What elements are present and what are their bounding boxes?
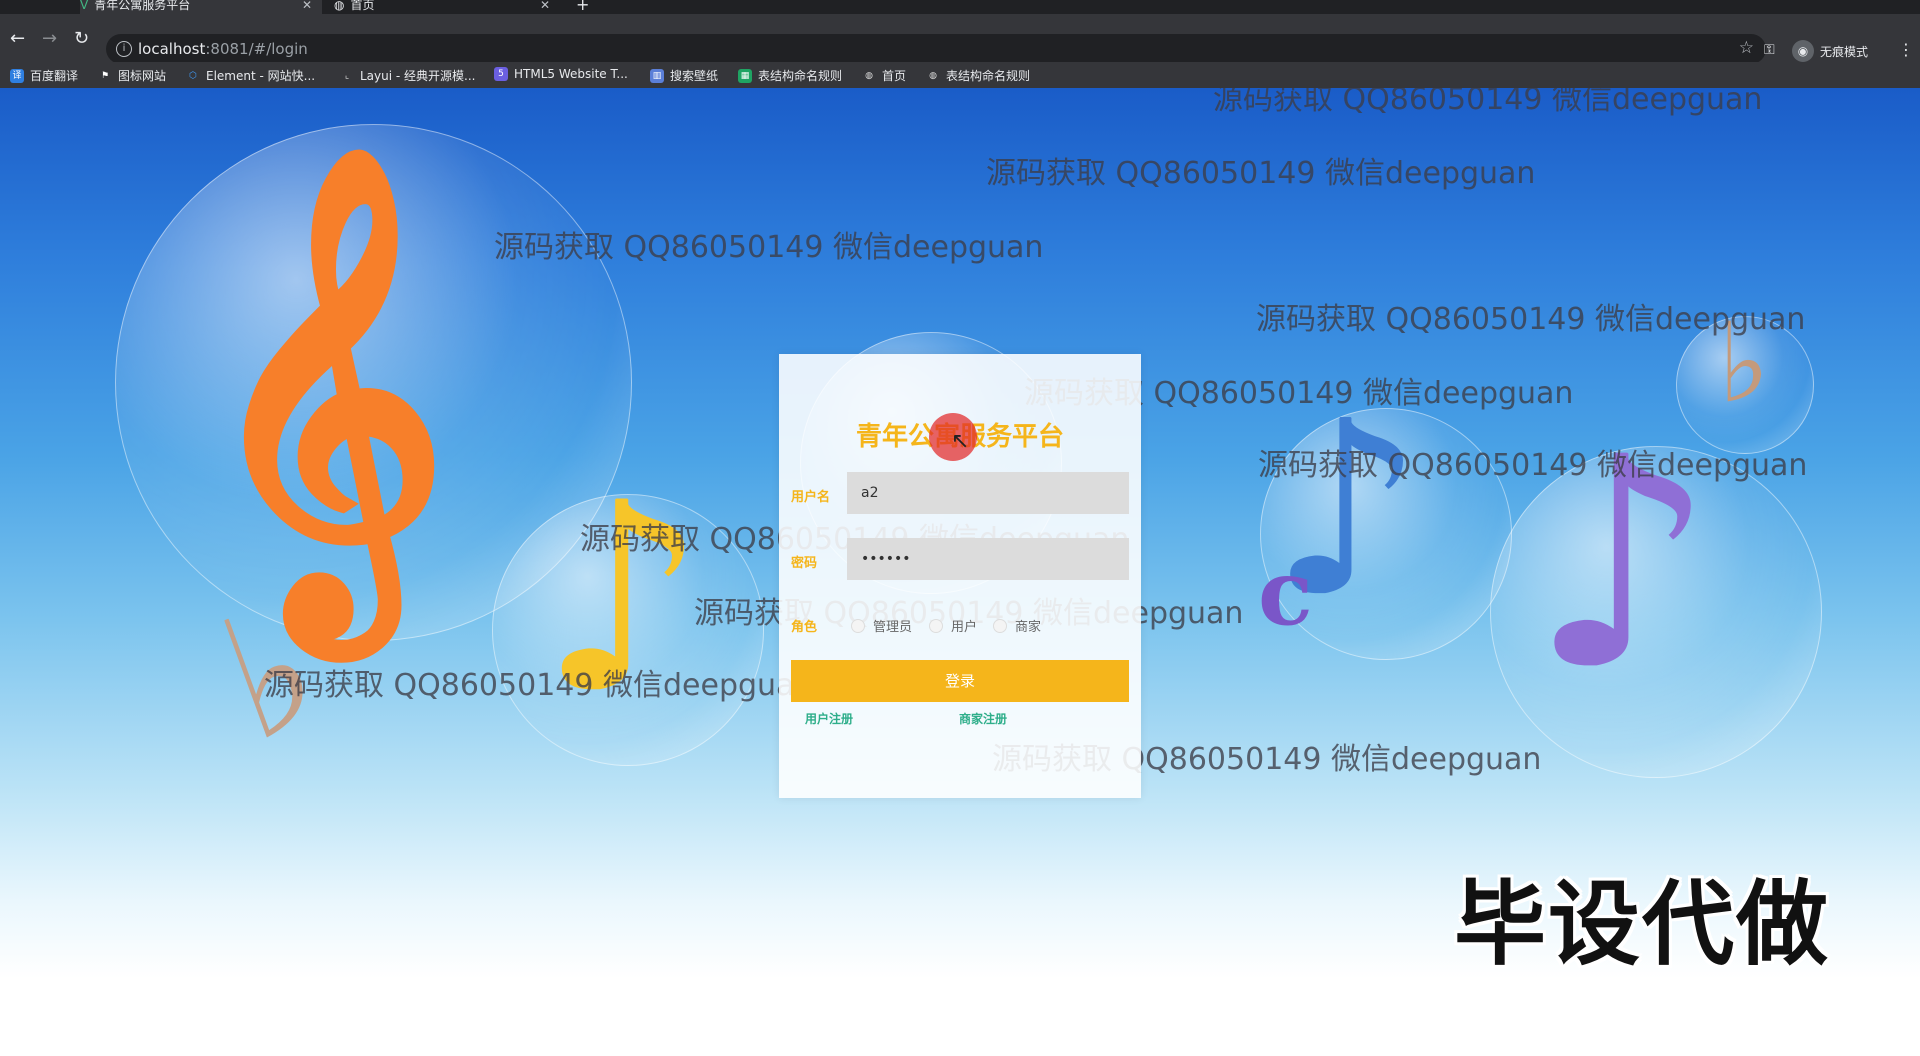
new-tab-button[interactable]: +: [576, 0, 596, 14]
bookmark-label: Layui - 经典开源模...: [360, 69, 476, 83]
key-icon[interactable]: ⚿: [1764, 42, 1775, 58]
url-host: localhost: [138, 40, 206, 58]
bookmark-item[interactable]: ◍ 首页: [862, 67, 906, 84]
watermark-text: 源码获取 QQ86050149 微信deepguan: [1256, 302, 1806, 337]
username-label: 用户名: [791, 490, 831, 505]
globe-icon: ◍: [865, 70, 873, 81]
bookmark-label: Element - 网站快...: [206, 69, 316, 83]
role-label: 角色: [791, 620, 818, 635]
bookmark-label: HTML5 Website T...: [514, 67, 628, 81]
role-radio-admin[interactable]: 管理员: [851, 616, 912, 635]
bookmark-label: 百度翻译: [30, 69, 79, 83]
bookmark-item[interactable]: ▦ 表结构命名规则: [738, 67, 842, 84]
html5-icon: 5: [494, 67, 508, 81]
bookmark-label: 表结构命名规则: [758, 69, 843, 83]
tab-home[interactable]: ◍ 首页 ✕: [334, 0, 560, 14]
bookmark-item[interactable]: 译 百度翻译: [10, 67, 78, 84]
watermark-text: 源码获取 QQ86050149 微信deepguan: [494, 230, 1044, 265]
login-button[interactable]: 登录: [791, 660, 1129, 702]
url-text: localhost:8081/#/login: [138, 40, 308, 58]
globe-icon: ◍: [929, 70, 937, 81]
url-path: :8081/#/login: [205, 40, 308, 58]
watermark-text: 源码获取 QQ86050149 微信deepguan: [986, 156, 1536, 191]
browser-toolbar: ← → ↻ i localhost:8081/#/login ☆ ⚿ ◉ 无痕模…: [0, 14, 1920, 64]
watermark-text: 源码获取 QQ86050149 微信deepguan: [1213, 88, 1763, 117]
role-radio-merchant[interactable]: 商家: [993, 616, 1041, 635]
sheet-icon: ▦: [738, 68, 752, 83]
role-option-label: 商家: [1015, 620, 1042, 635]
user-register-link[interactable]: 用户注册: [805, 710, 853, 727]
incognito-icon: ◉: [1792, 40, 1814, 62]
radio-circle: [993, 618, 1007, 633]
watermark-text: 源码获取 QQ86050149 微信deepguan: [264, 668, 814, 703]
bookmark-label: 图标网站: [118, 69, 167, 83]
promo-text: 毕设代做: [1454, 871, 1831, 978]
password-label: 密码: [791, 556, 818, 571]
c-symbol-icon: c: [1258, 540, 1313, 646]
address-bar[interactable]: i localhost:8081/#/login ☆: [106, 34, 1766, 64]
login-page: 𝄞 ♭ ♪ ♪ ♪ ♭ c 源码获取 QQ86050149 微信deepguan…: [0, 88, 1920, 1056]
more-menu-icon[interactable]: ⋮: [1898, 40, 1914, 59]
tab-login-page[interactable]: V 青年公寓服务平台 ✕: [80, 0, 322, 14]
forward-icon[interactable]: →: [42, 28, 57, 49]
role-option-label: 用户: [951, 620, 978, 635]
bookmark-item[interactable]: 5 HTML5 Website T...: [494, 67, 628, 81]
role-option-label: 管理员: [873, 620, 913, 635]
globe-icon: ◍: [334, 0, 345, 12]
bookmark-item[interactable]: ⚑ 图标网站: [98, 67, 166, 84]
watermark-text: 源码获取 QQ86050149 微信deepguan: [1258, 448, 1808, 483]
radio-circle: [851, 618, 865, 633]
bookmarks-bar: 译 百度翻译 ⚑ 图标网站 ⬡ Element - 网站快... ⌞ Layui…: [0, 62, 1920, 89]
info-icon[interactable]: i: [116, 41, 132, 57]
bookmark-label: 搜索壁纸: [670, 69, 719, 83]
back-icon[interactable]: ←: [10, 28, 25, 49]
vue-logo-icon: V: [80, 0, 89, 12]
bookmark-label: 表结构命名规则: [946, 69, 1031, 83]
mouse-cursor-icon: ↖: [951, 429, 970, 454]
incognito-label: 无痕模式: [1820, 44, 1869, 59]
tab-title: 首页: [350, 0, 375, 12]
reload-icon[interactable]: ↻: [74, 28, 89, 49]
bookmark-item[interactable]: ▥ 搜索壁纸: [650, 67, 718, 84]
bookmark-item[interactable]: ⌞ Layui - 经典开源模...: [340, 67, 476, 84]
bookmark-label: 首页: [882, 69, 907, 83]
password-input[interactable]: [847, 538, 1129, 580]
element-icon: ⬡: [189, 70, 197, 81]
bookmark-item[interactable]: ◍ 表结构命名规则: [926, 67, 1030, 84]
treble-clef-icon: 𝄞: [200, 141, 449, 634]
close-tab-icon[interactable]: ✕: [302, 0, 312, 11]
incognito-indicator[interactable]: ◉ 无痕模式: [1792, 38, 1868, 64]
wallpaper-icon: ▥: [650, 68, 664, 83]
translate-icon: 译: [10, 68, 24, 83]
browser-tab-bar: V 青年公寓服务平台 ✕ ◍ 首页 ✕ +: [0, 0, 1920, 14]
layui-icon: ⌞: [344, 70, 350, 81]
bookmark-star-icon[interactable]: ☆: [1739, 38, 1754, 58]
close-tab-icon[interactable]: ✕: [540, 0, 550, 11]
tab-title: 青年公寓服务平台: [94, 0, 191, 12]
radio-circle: [929, 618, 943, 633]
flag-icon: ⚑: [100, 70, 110, 81]
bookmark-item[interactable]: ⬡ Element - 网站快...: [186, 67, 315, 84]
merchant-register-link[interactable]: 商家注册: [959, 710, 1007, 727]
username-input[interactable]: [847, 472, 1129, 514]
role-radio-user[interactable]: 用户: [929, 616, 977, 635]
